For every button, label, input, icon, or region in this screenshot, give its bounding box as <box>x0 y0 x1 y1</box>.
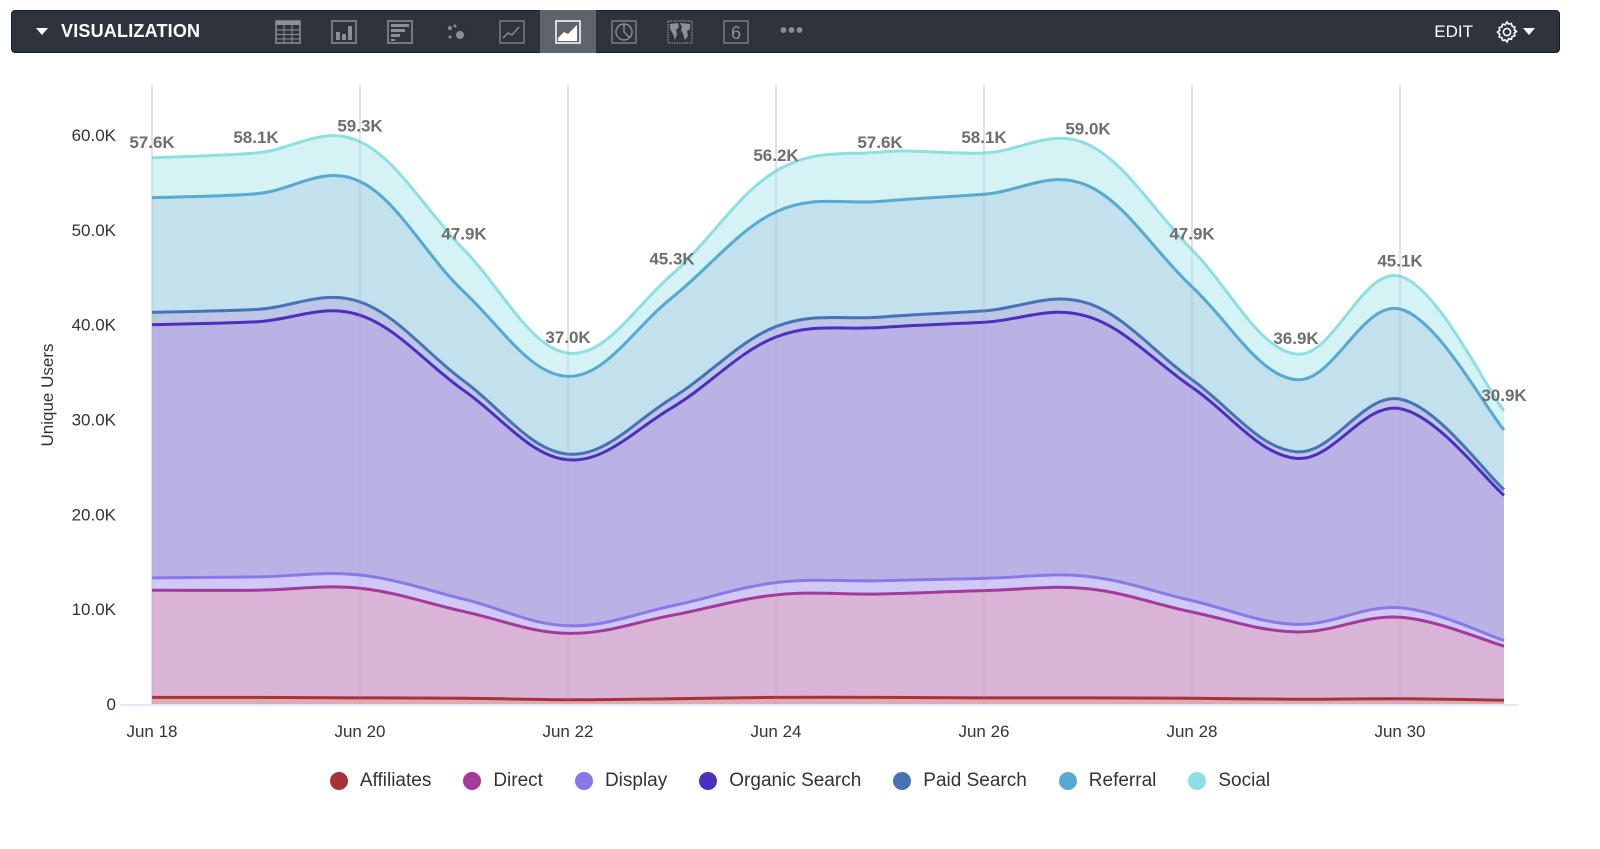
total-data-label: 58.1K <box>961 128 1007 147</box>
x-tick-label: Jun 24 <box>750 722 801 741</box>
legend-swatch <box>574 772 593 790</box>
scatter-chart-icon[interactable] <box>428 10 484 53</box>
total-data-label: 57.6K <box>857 133 903 152</box>
legend-swatch <box>1188 772 1207 790</box>
total-data-label: 36.9K <box>1273 329 1319 348</box>
total-data-label: 59.3K <box>337 117 383 136</box>
total-data-label: 47.9K <box>441 225 487 244</box>
map-icon[interactable] <box>652 10 708 53</box>
total-data-label: 56.2K <box>753 146 799 165</box>
x-tick-label: Jun 18 <box>126 722 177 741</box>
chart-type-picker: 6 ••• <box>260 10 820 53</box>
y-tick-label: 60.0K <box>72 126 117 145</box>
ellipsis-icon: ••• <box>779 20 804 42</box>
legend-label: Social <box>1218 770 1271 791</box>
x-tick-label: Jun 20 <box>334 722 385 741</box>
x-tick-label: Jun 30 <box>1374 722 1425 741</box>
legend-label: Affiliates <box>359 770 432 791</box>
y-axis-label: Unique Users <box>38 344 57 447</box>
line-chart-icon[interactable] <box>484 10 540 53</box>
legend-swatch <box>893 772 912 790</box>
legend-swatch <box>463 772 482 790</box>
legend-item-organic-search[interactable]: Organic Search <box>699 770 861 792</box>
legend-swatch <box>699 772 718 790</box>
legend-item-paid-search[interactable]: Paid Search <box>893 770 1027 792</box>
total-data-label: 37.0K <box>545 328 591 347</box>
y-tick-label: 0 <box>107 695 116 714</box>
gear-icon <box>1496 20 1518 43</box>
total-data-label: 30.9K <box>1481 386 1527 405</box>
x-tick-label: Jun 28 <box>1166 722 1217 741</box>
legend-item-social[interactable]: Social <box>1188 770 1270 792</box>
caret-down-icon <box>1523 28 1535 35</box>
legend-label: Paid Search <box>923 770 1027 791</box>
legend-item-referral[interactable]: Referral <box>1058 770 1157 792</box>
total-data-label: 45.3K <box>649 249 695 268</box>
y-tick-label: 40.0K <box>72 316 117 335</box>
total-data-label: 58.1K <box>233 128 279 147</box>
x-tick-label: Jun 26 <box>958 722 1009 741</box>
column-chart-icon[interactable] <box>316 10 372 53</box>
chart-legend: Affiliates Direct Display Organic Search Pai… <box>0 770 1600 792</box>
visualization-toggle[interactable]: VISUALIZATION <box>36 21 260 42</box>
stacked-area-chart: 010.0K20.0K30.0K40.0K50.0K60.0K Jun 18 Ju… <box>38 85 1527 741</box>
area-layers <box>152 135 1504 704</box>
area-chart-icon[interactable] <box>540 10 596 53</box>
single-value-glyph: 6 <box>731 23 741 43</box>
legend-label: Direct <box>493 770 543 791</box>
total-data-label: 47.9K <box>1169 225 1215 244</box>
legend-label: Organic Search <box>729 770 862 791</box>
edit-button[interactable]: EDIT <box>1434 22 1473 42</box>
pie-chart-icon[interactable] <box>596 10 652 53</box>
legend-label: Referral <box>1088 770 1157 791</box>
x-tick-label: Jun 22 <box>542 722 593 741</box>
bar-chart-icon[interactable] <box>372 10 428 53</box>
x-axis: Jun 18 Jun 20 Jun 22 Jun 24 Jun 26 Jun 28 Jun … <box>126 722 1425 741</box>
more-options-button[interactable]: ••• <box>764 10 820 53</box>
visualization-toolbar: VISUALIZATION 6 ••• EDIT <box>11 10 1560 53</box>
toolbar-title: VISUALIZATION <box>61 21 201 41</box>
legend-swatch <box>329 772 348 790</box>
legend-label: Display <box>604 770 668 791</box>
y-tick-label: 10.0K <box>72 600 117 619</box>
single-value-icon[interactable]: 6 <box>708 10 764 53</box>
y-tick-label: 20.0K <box>72 505 117 524</box>
settings-menu-button[interactable] <box>1495 20 1535 44</box>
total-data-label: 57.6K <box>129 133 175 152</box>
caret-down-icon <box>36 28 48 35</box>
legend-item-display[interactable]: Display <box>574 770 668 792</box>
total-data-label: 45.1K <box>1377 251 1423 270</box>
table-icon[interactable] <box>260 10 316 53</box>
y-tick-label: 30.0K <box>72 411 117 430</box>
total-data-label: 59.0K <box>1065 119 1111 138</box>
legend-item-direct[interactable]: Direct <box>463 770 543 792</box>
legend-swatch <box>1058 772 1077 790</box>
y-tick-label: 50.0K <box>72 221 117 240</box>
y-axis: 0 10.0K 20.0K 30.0K 40.0K 50.0K 60.0K <box>72 126 117 714</box>
legend-item-affiliates[interactable]: Affiliates <box>329 770 432 792</box>
